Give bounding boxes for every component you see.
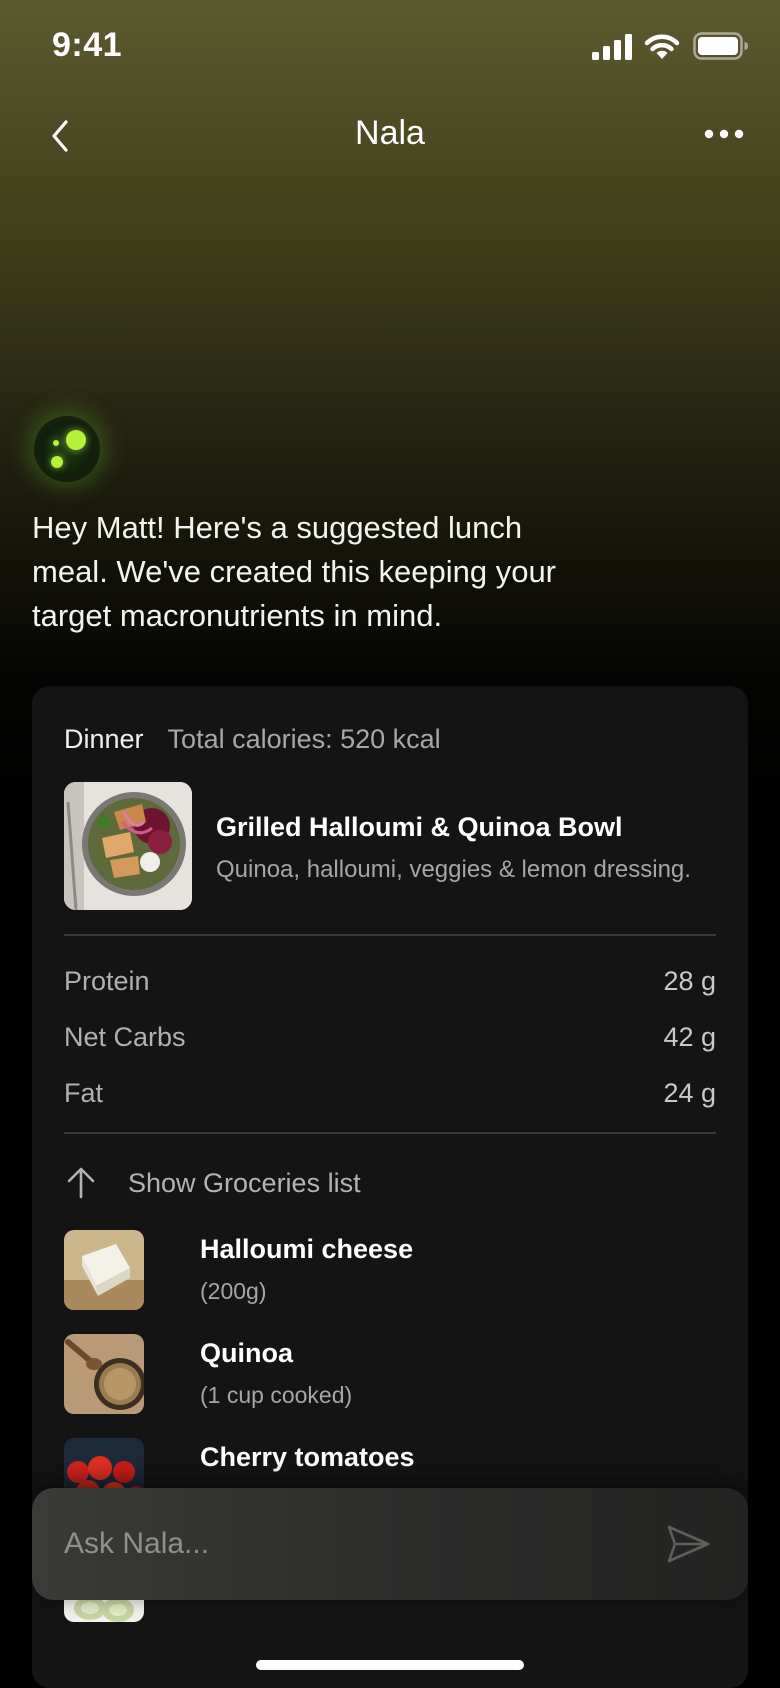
meal-type: Dinner	[64, 724, 144, 754]
meal-calories: Total calories: 520 kcal	[167, 724, 441, 754]
grocery-image-halloumi	[64, 1230, 144, 1310]
avatar-dot	[66, 430, 86, 450]
groceries-toggle-label: Show Groceries list	[128, 1167, 361, 1198]
grocery-name: Halloumi cheese	[200, 1234, 414, 1264]
send-icon[interactable]	[664, 1520, 712, 1568]
assistant-message: Hey Matt! Here's a suggested lunch meal.…	[32, 510, 557, 633]
macro-value: 24 g	[663, 1078, 716, 1108]
divider	[64, 934, 716, 936]
macro-row-protein: Protein 28 g	[64, 966, 716, 1006]
meal-title: Grilled Halloumi & Quinoa Bowl	[216, 812, 623, 842]
grocery-name: Quinoa	[200, 1338, 293, 1368]
home-indicator[interactable]	[256, 1660, 524, 1670]
grocery-quantity: (200g)	[200, 1278, 267, 1304]
macro-row-net-carbs: Net Carbs 42 g	[64, 1022, 716, 1062]
macro-label: Protein	[64, 966, 150, 996]
meal-description: Quinoa, halloumi, veggies & lemon dressi…	[216, 856, 691, 883]
macro-label: Net Carbs	[64, 1022, 186, 1052]
chat-screen: 9:41 Nala Hey Matt! Here's a suggested l…	[0, 0, 780, 1688]
macro-label: Fat	[64, 1078, 104, 1108]
macro-value: 42 g	[663, 1022, 716, 1052]
show-groceries-button[interactable]: Show Groceries list	[64, 1158, 361, 1208]
meal-header: Dinner Total calories: 520 kcal	[64, 724, 441, 755]
more-options-button[interactable]	[700, 110, 748, 158]
ellipsis-icon	[704, 129, 744, 139]
ask-bar	[32, 1488, 748, 1600]
divider	[64, 1132, 716, 1134]
arrow-up-icon	[67, 1167, 95, 1199]
macro-value: 28 g	[663, 966, 716, 996]
battery-icon	[693, 32, 748, 60]
wifi-icon	[644, 34, 680, 59]
grocery-item[interactable]: Halloumi cheese (200g)	[64, 1230, 716, 1310]
status-time: 9:41	[52, 26, 123, 64]
meal-bowl-illustration	[64, 782, 192, 910]
ask-input[interactable]	[64, 1518, 624, 1570]
avatar-dot	[51, 456, 63, 468]
assistant-avatar	[34, 416, 100, 482]
meal-image[interactable]	[64, 782, 192, 910]
status-bar: 9:41	[0, 0, 780, 96]
macro-row-fat: Fat 24 g	[64, 1078, 716, 1118]
nav-bar: Nala	[0, 96, 780, 176]
grocery-image-quinoa	[64, 1334, 144, 1414]
grocery-quantity: (1 cup cooked)	[200, 1382, 353, 1408]
grocery-item[interactable]: Quinoa (1 cup cooked)	[64, 1334, 716, 1414]
avatar-dot	[53, 440, 59, 446]
grocery-name: Cherry tomatoes	[200, 1442, 415, 1472]
cellular-signal-icon	[592, 34, 632, 60]
page-title: Nala	[355, 114, 425, 152]
